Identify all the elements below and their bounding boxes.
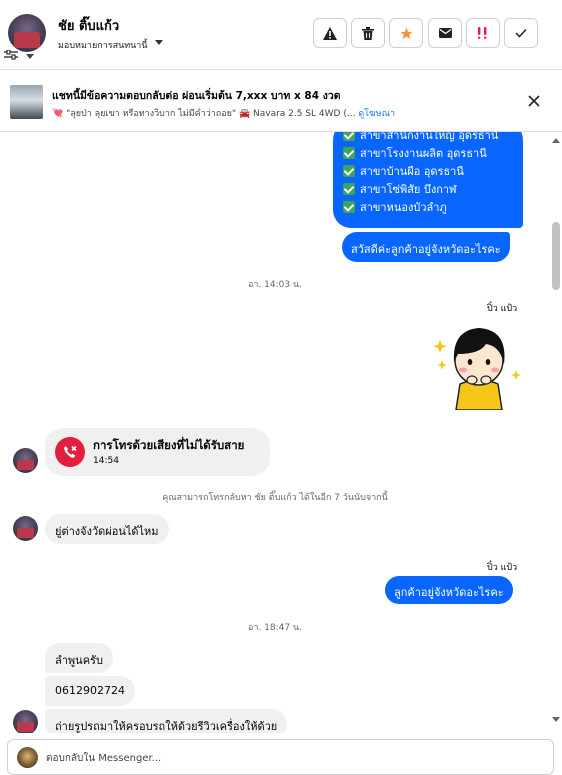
page-avatar [17,747,38,768]
ad-thumbnail[interactable] [10,85,43,119]
timestamp-divider: อา. 18:47 น. [248,623,302,633]
check-mark-icon [343,132,355,141]
report-spam-button[interactable] [313,18,347,48]
reply-composer[interactable] [7,739,554,775]
incoming-message[interactable]: ถ่ายรูปรถมาให้ครอบรถให้ด้วยรีวิวเครื่องใ… [45,709,288,733]
envelope-icon [438,28,452,38]
chat-scrollbar[interactable] [550,132,562,733]
check-mark-icon [343,147,355,159]
scroll-down-arrow-icon[interactable] [552,717,560,722]
ad-title: แชทนี้มีข้อความตอบกลับต่อ ผ่อนเริ่มต้น 7… [52,90,341,102]
branch-list-message[interactable]: สาขาสำนักงานใหญ่ อุดรธานี สาขาโรงงานผลิต… [333,132,523,228]
incoming-message[interactable]: ยู่ต่างจังวัดผ่อนได้ไหม [45,514,169,544]
branch-list-item: สาขาโซ่พิสัย บึงกาฬ [343,180,457,198]
mark-unread-button[interactable] [428,18,462,48]
call-time: 14:54 [93,456,119,466]
message-thread[interactable]: สาขาสำนักงานใหญ่ อุดรธานี สาขาโรงงานผลิต… [0,132,550,733]
ad-description: 💘 "ลุยป่า ลุยเขา หรือทางวิบาก ไม่มีคำว่า… [52,109,356,119]
trash-icon [362,26,374,40]
assign-conversation-dropdown[interactable]: มอบหมายการสนทนานี้ [58,38,148,52]
check-mark-icon [343,165,355,177]
star-button[interactable] [389,18,423,48]
greeting-message[interactable]: สวัสดีค่ะลูกค้าอยู่จังหวัดอะไรคะ [342,232,510,262]
incoming-message[interactable]: 0612902724 [45,676,135,706]
scroll-up-arrow-icon[interactable] [552,138,560,143]
branch-list-item: สาขาสำนักงานใหญ่ อุดรธานี [343,132,498,144]
contact-name[interactable]: ชัย ติ๊บแก้ว [58,15,119,36]
contact-avatar-small[interactable] [13,448,38,473]
branch-list-item: สาขาโรงงานผลิต อุดรธานี [343,144,487,162]
scrollbar-thumb[interactable] [552,222,560,290]
call-title: การโทรด้วยเสียงที่ไม่ได้รับสาย [93,438,245,452]
missed-call-card[interactable]: การโทรด้วยเสียงที่ไม่ได้รับสาย 14:54 [45,428,270,476]
check-mark-icon [343,183,355,195]
contact-avatar-small[interactable] [13,516,38,541]
branch-list-item: สาขาหนองบัวลำภู [343,198,447,216]
star-icon [400,27,412,39]
missed-call-icon [55,437,85,467]
contact-avatar[interactable] [8,14,46,52]
mark-done-button[interactable] [504,18,538,48]
sticker-image[interactable] [430,320,522,410]
follow-up-icon [478,27,487,39]
incoming-message[interactable]: ลำพูนครับ [45,643,113,673]
branch-list-item: สาขาบ้านผือ อุดรธานี [343,162,464,180]
view-ad-link[interactable]: ดูโฆษณา [358,109,395,119]
delete-button[interactable] [351,18,385,48]
check-icon [515,28,527,38]
chevron-down-icon[interactable] [155,40,163,45]
ad-subtitle: 💘 "ลุยป่า ลุยเขา หรือทางวิบาก ไม่มีคำว่า… [52,106,395,120]
check-mark-icon [343,201,355,213]
conversation-header: ชัย ติ๊บแก้ว มอบหมายการสนทนานี้ [0,0,562,70]
outgoing-message[interactable]: ลูกค้าอยู่จังหวัดอะไรคะ [385,576,513,604]
sender-name: ปิ๋ว แป้ว [487,563,518,573]
timestamp-divider: อา. 14:03 น. [248,280,302,290]
warning-icon [323,26,337,40]
chevron-down-icon[interactable] [26,54,34,59]
ad-context-banner: แชทนี้มีข้อความตอบกลับต่อ ผ่อนเริ่มต้น 7… [0,71,562,132]
filter-settings-icon[interactable] [4,50,18,60]
close-icon[interactable] [527,94,541,108]
contact-avatar-small[interactable] [13,710,38,733]
callback-note: คุณสามารถโทรกลับหา ชัย ติ๊บแก้ว ได้ในอีก… [162,493,388,503]
follow-up-button[interactable] [466,18,500,48]
sender-name: ปิ๋ว แป้ว [487,304,518,314]
reply-input[interactable] [46,748,536,768]
